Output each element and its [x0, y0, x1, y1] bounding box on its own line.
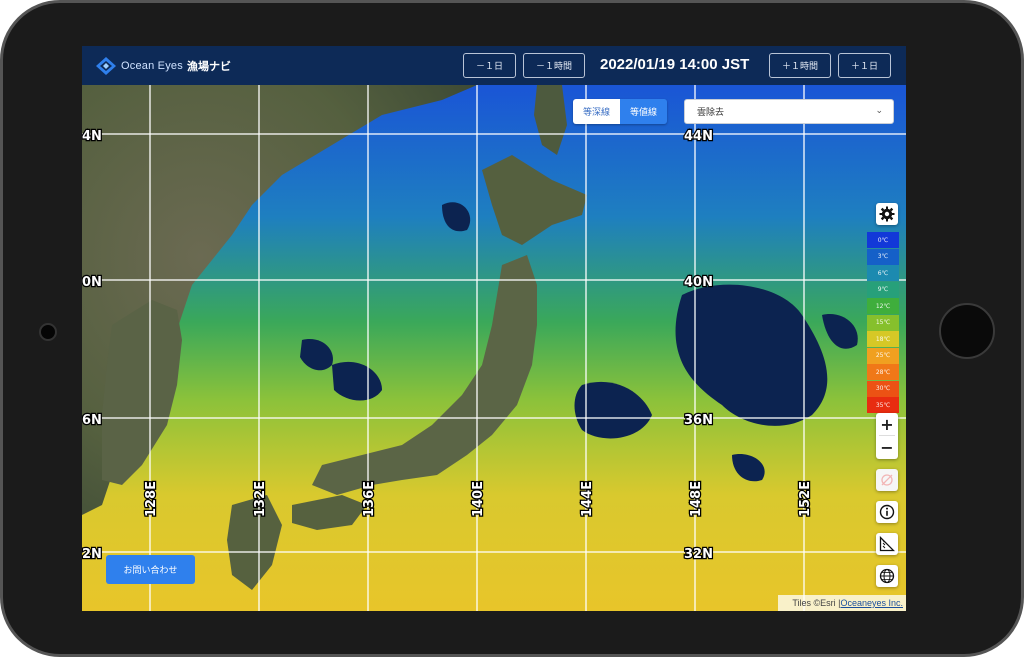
header-bar: Ocean Eyes 漁場ナビ －１日 －１時間 2022/01/19 14:0… [82, 46, 906, 85]
legend-swatch: 15℃ [867, 314, 899, 331]
zoom-in-button[interactable]: + [876, 413, 898, 436]
zoom-out-button[interactable]: − [876, 436, 898, 459]
plus-hour-button[interactable]: ＋１時間 [769, 53, 831, 78]
lon-label-128e: 128E [144, 481, 159, 517]
lon-label-132e: 132E [253, 481, 268, 517]
legend-swatch: 3℃ [867, 248, 899, 265]
legend-swatch: 6℃ [867, 265, 899, 281]
cloud-removal-select[interactable]: 雲除去 ⌄ [684, 99, 894, 124]
globe-icon [879, 568, 895, 584]
lon-label-152e: 152E [798, 481, 813, 517]
home-button[interactable] [939, 303, 995, 359]
cloud-removal-value: 雲除去 [697, 108, 725, 118]
lat-label-right-3: 36N [684, 413, 713, 428]
measure-button[interactable] [876, 533, 898, 555]
lat-label-left-2: 0N [82, 275, 102, 290]
zoom-control: + − [876, 413, 898, 459]
legend-swatch: 28℃ [867, 364, 899, 380]
sst-map[interactable]: 4N 0N 6N 2N 44N 40N 36N 32N 128E 132E 13… [82, 85, 906, 611]
legend-swatch: 9℃ [867, 281, 899, 298]
minus-day-button[interactable]: －１日 [463, 53, 516, 78]
app-name: 漁場ナビ [187, 60, 231, 73]
depth-contour-toggle[interactable]: 等深線 [573, 99, 621, 124]
front-camera [39, 323, 57, 341]
company-link[interactable]: Oceaneyes Inc. [840, 598, 903, 608]
gear-icon [879, 206, 895, 222]
app-screen: Ocean Eyes 漁場ナビ －１日 －１時間 2022/01/19 14:0… [82, 46, 906, 611]
settings-button[interactable] [876, 203, 898, 225]
logo-text: Ocean Eyes [121, 60, 183, 72]
tiles-attribution: Tiles ©Esri | [792, 598, 841, 608]
plus-day-button[interactable]: ＋１日 [838, 53, 891, 78]
lat-label-right-2: 40N [684, 275, 713, 290]
app-logo[interactable]: Ocean Eyes [94, 54, 183, 78]
legend-swatch: 0℃ [867, 232, 899, 248]
location-button[interactable] [876, 469, 898, 491]
map-canvas[interactable]: 4N 0N 6N 2N 44N 40N 36N 32N 128E 132E 13… [82, 85, 906, 611]
lat-label-left-1: 4N [82, 129, 102, 144]
legend-swatch: 35℃ [867, 397, 899, 413]
legend-swatch: 12℃ [867, 298, 899, 314]
isotherm-toggle[interactable]: 等値線 [620, 99, 668, 124]
location-off-icon [881, 474, 893, 486]
ruler-icon [879, 536, 895, 552]
temperature-legend: 0℃ 3℃ 6℃ 9℃ 12℃ 15℃ 18℃ 25℃ 28℃ 30℃ 35℃ [867, 232, 899, 414]
legend-swatch: 30℃ [867, 380, 899, 397]
lon-label-144e: 144E [580, 481, 595, 517]
lon-label-136e: 136E [362, 481, 377, 517]
logo-icon [96, 57, 116, 75]
lon-label-140e: 140E [471, 481, 486, 517]
globe-button[interactable] [876, 565, 898, 587]
lat-label-right-1: 44N [684, 129, 713, 144]
current-datetime: 2022/01/19 14:00 JST [600, 56, 750, 73]
map-attribution: Tiles ©Esri | Oceaneyes Inc. [778, 595, 906, 611]
minus-hour-button[interactable]: －１時間 [523, 53, 585, 78]
info-icon [879, 504, 895, 520]
legend-swatch: 18℃ [867, 331, 899, 347]
overlay-toggle-group: 等深線 等値線 [573, 99, 668, 124]
lat-label-right-4: 32N [684, 547, 713, 562]
contact-button[interactable]: お問い合わせ [106, 555, 195, 584]
zoom-divider [879, 435, 895, 436]
lon-label-148e: 148E [689, 481, 704, 517]
info-button[interactable] [876, 501, 898, 523]
chevron-down-icon: ⌄ [875, 106, 883, 116]
lat-label-left-3: 6N [82, 413, 102, 428]
legend-swatch: 25℃ [867, 347, 899, 364]
lat-label-left-4: 2N [82, 547, 102, 562]
